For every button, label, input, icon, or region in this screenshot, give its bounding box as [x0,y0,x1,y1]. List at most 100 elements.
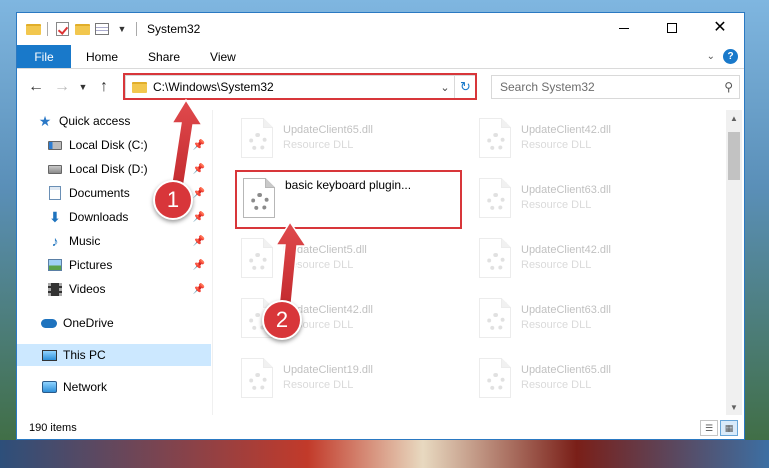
file-name: UpdateClient5.dll [283,244,367,256]
up-arrow-icon: ↑ [100,78,108,95]
file-description: Resource DLL [521,139,592,151]
minimize-icon [619,27,629,29]
sidebar-item-label: Local Disk (D:) [69,162,148,176]
onedrive-icon [41,315,57,331]
large-icons-view-icon[interactable]: ▦ [720,420,738,436]
dll-file-icon [241,358,273,398]
file-description: Resource DLL [283,379,354,391]
pin-icon[interactable]: 📌 [193,164,205,175]
pin-icon[interactable]: 📌 [193,212,205,223]
search-input[interactable]: Search System32 ⚲ [491,75,740,99]
pin-icon[interactable]: 📌 [193,236,205,247]
folder-icon[interactable] [25,21,41,37]
quick-access-toolbar: ▼ [17,13,139,45]
file-description: Resource DLL [521,379,592,391]
properties-icon[interactable] [94,21,110,37]
file-item[interactable]: UpdateClient63.dll Resource DLL [473,170,695,226]
title-bar: ▼ System32 ✕ [17,13,744,45]
forward-button[interactable]: → [49,74,75,100]
sidebar-item-local-disk-d[interactable]: Local Disk (D:) 📌 [17,158,211,180]
window-title: System32 [147,22,201,36]
help-icon[interactable]: ? [723,49,738,64]
search-icon: ⚲ [724,80,733,94]
vertical-scrollbar[interactable]: ▲ ▼ [726,110,742,415]
file-item[interactable]: UpdateClient42.dll Resource DLL [473,230,695,286]
file-name: UpdateClient42.dll [521,124,611,136]
file-item[interactable]: UpdateClient19.dll Resource DLL [235,350,457,406]
scroll-down-icon[interactable]: ▼ [726,399,742,415]
pin-icon[interactable]: 📌 [193,284,205,295]
sidebar-item-label: Quick access [59,114,131,128]
sidebar-item-music[interactable]: ♪ Music 📌 [17,230,211,252]
sidebar-item-quick-access[interactable]: ★ Quick access [37,110,211,132]
sidebar-item-label: Pictures [69,258,113,272]
file-description: Resource DLL [521,319,592,331]
file-list: UpdateClient65.dll Resource DLL UpdateCli… [217,110,726,415]
sidebar-item-onedrive[interactable]: OneDrive [17,312,211,334]
dll-file-icon [241,238,273,278]
sidebar-item-network[interactable]: Network [17,376,211,398]
close-button[interactable]: ✕ [696,13,744,43]
toolbar-separator [47,22,48,36]
file-item[interactable]: UpdateClient42.dll Resource DLL [473,110,695,166]
step-1-badge: 1 [153,180,193,220]
file-name: UpdateClient65.dll [283,124,373,136]
file-item[interactable]: UpdateClient63.dll Resource DLL [473,290,695,346]
back-arrow-icon: ← [28,78,44,95]
file-name: UpdateClient19.dll [283,364,373,376]
tab-view[interactable]: View [195,45,251,68]
new-folder-icon[interactable] [74,21,90,37]
tab-home[interactable]: Home [71,45,133,68]
address-highlight-box [123,73,477,100]
sidebar-item-videos[interactable]: Videos 📌 [17,278,211,300]
file-item[interactable]: UpdateClient5.dll Resource DLL [235,230,457,286]
file-description: Resource DLL [521,259,592,271]
sidebar-item-label: Documents [69,186,130,200]
back-button[interactable]: ← [23,74,49,100]
minimize-button[interactable] [600,13,648,43]
file-description: Resource DLL [283,259,354,271]
sidebar-item-local-disk-c[interactable]: Local Disk (C:) 📌 [17,134,211,156]
downloads-icon: ⬇ [49,208,61,225]
step-2-badge: 2 [262,300,302,340]
maximize-button[interactable] [648,13,696,43]
documents-icon [47,185,63,201]
up-button[interactable]: ↑ [91,74,117,100]
details-view-icon[interactable]: ☰ [700,420,718,436]
pin-icon[interactable]: 📌 [193,140,205,151]
file-item[interactable]: UpdateClient65.dll Resource DLL [473,350,695,406]
sidebar-item-pictures[interactable]: Pictures 📌 [17,254,211,276]
customize-toolbar-dropdown-icon[interactable]: ▼ [114,21,130,37]
pin-icon[interactable]: 📌 [193,188,205,199]
this-pc-icon [41,347,57,363]
properties-check-icon[interactable] [54,21,70,37]
sidebar-item-label: Downloads [69,210,129,224]
sidebar-item-label: Network [63,380,108,394]
dll-file-icon [479,358,511,398]
expand-ribbon-chevron-icon[interactable]: ⌄ [707,51,715,62]
sidebar-item-this-pc[interactable]: This PC [17,344,211,366]
desktop-background [0,440,769,468]
pin-icon[interactable]: 📌 [193,260,205,271]
navigation-pane: ★ Quick access Local Disk (C:) 📌 Local D… [17,110,213,415]
drive-icon [47,137,63,153]
status-bar: 190 items ☰ ▦ [17,417,744,439]
scroll-up-icon[interactable]: ▲ [726,110,742,126]
file-highlight-box [235,170,462,229]
file-item[interactable]: UpdateClient65.dll Resource DLL [235,110,457,166]
recent-locations-button[interactable]: ▼ [75,74,91,100]
dll-file-icon [479,238,511,278]
file-name: UpdateClient63.dll [521,184,611,196]
sidebar-item-label: OneDrive [63,316,114,330]
file-description: Resource DLL [283,139,354,151]
star-icon: ★ [38,112,52,129]
network-icon [41,379,57,395]
window-controls: ✕ [600,13,744,43]
chevron-down-icon: ▼ [78,82,88,92]
tab-file[interactable]: File [17,45,71,68]
scrollbar-thumb[interactable] [728,132,740,180]
sidebar-item-label: Local Disk (C:) [69,138,148,152]
dll-file-icon [479,178,511,218]
ribbon-right: ⌄ ? [707,45,744,68]
tab-share[interactable]: Share [133,45,195,68]
